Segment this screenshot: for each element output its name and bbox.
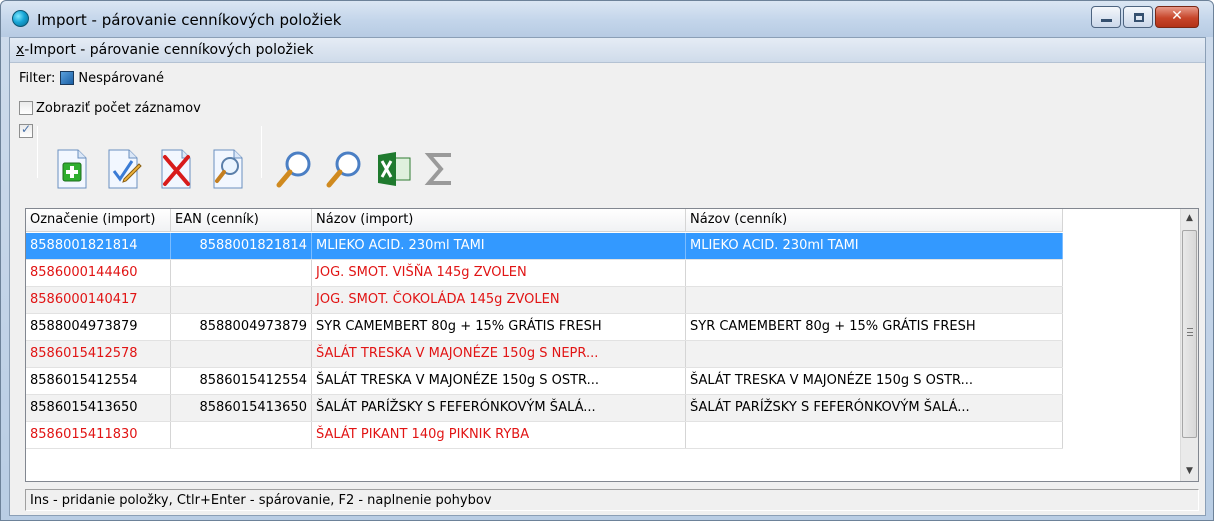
cell-name-import: ŠALÁT PARÍŽSKY S FEFERÓNKOVÝM ŠALÁ... — [312, 395, 686, 421]
cell-code: 8586015413650 — [26, 395, 171, 421]
menu-bar: x-Import - párovanie cenníkových položie… — [10, 38, 1205, 63]
filter-row: Filter: Nespárované — [19, 69, 164, 87]
cell-code: 8586015412554 — [26, 368, 171, 394]
menu-import[interactable]: x-Import - párovanie cenníkových položie… — [16, 42, 314, 58]
scroll-grip-icon — [1187, 328, 1193, 336]
cell-ean: 8586015413650 — [171, 395, 312, 421]
select-all-checkbox[interactable] — [19, 122, 33, 138]
edit-check-icon — [108, 149, 142, 189]
cell-name-import: ŠALÁT TRESKA V MAJONÉZE 150g S OSTR... — [312, 368, 686, 394]
add-icon — [57, 149, 87, 189]
cell-name-price — [686, 287, 1063, 313]
window-title: Import - párovanie cenníkových položiek — [37, 11, 342, 29]
table-row[interactable]: 8588004973879 8588004973879 SYR CAMEMBER… — [26, 314, 1063, 341]
cell-name-price: SYR CAMEMBERT 80g + 15% GRÁTIS FRESH — [686, 314, 1063, 340]
cell-ean — [171, 341, 312, 367]
cell-ean: 8586015412554 — [171, 368, 312, 394]
grid-rows: 8588001821814 8588001821814 MLIEKO ACID.… — [26, 233, 1063, 449]
filter-value[interactable]: Nespárované — [78, 71, 164, 86]
cell-code: 8588004973879 — [26, 314, 171, 340]
cell-code: 8586000140417 — [26, 287, 171, 313]
cell-ean — [171, 422, 312, 448]
cell-code: 8586015411830 — [26, 422, 171, 448]
toolbar-separator — [261, 126, 262, 178]
cell-name-price — [686, 422, 1063, 448]
close-button[interactable]: ✕ — [1155, 6, 1199, 28]
scroll-down-arrow-icon[interactable]: ▼ — [1181, 463, 1198, 480]
vertical-scrollbar[interactable]: ▲ ▼ — [1180, 209, 1198, 481]
cell-ean: 8588004973879 — [171, 314, 312, 340]
cell-name-price — [686, 341, 1063, 367]
excel-export-button[interactable] — [369, 142, 419, 196]
app-globe-icon — [12, 10, 29, 27]
window-controls: ✕ — [1089, 6, 1199, 28]
table-row[interactable]: 8586015412554 8586015412554 ŠALÁT TRESKA… — [26, 368, 1063, 395]
search-next-button[interactable] — [319, 142, 369, 196]
preview-icon — [213, 149, 243, 189]
cell-ean — [171, 260, 312, 286]
sum-button[interactable] — [415, 142, 465, 196]
menu-import-label: -Import - párovanie cenníkových položiek — [24, 42, 314, 58]
cell-code: 8588001821814 — [26, 233, 171, 259]
search-next-icon — [326, 151, 361, 188]
table-row[interactable]: 8588001821814 8588001821814 MLIEKO ACID.… — [26, 233, 1063, 260]
app-window: Import - párovanie cenníkových položiek … — [0, 0, 1214, 521]
cell-name-price — [686, 260, 1063, 286]
cell-name-import: ŠALÁT PIKANT 140g PIKNIK RYBA — [312, 422, 686, 448]
cell-code: 8586015412578 — [26, 341, 171, 367]
column-header-name-price[interactable]: Názov (cenník) — [686, 209, 1063, 232]
close-icon: ✕ — [1171, 8, 1183, 24]
cell-name-import: MLIEKO ACID. 230ml TAMI — [312, 233, 686, 259]
minimize-button[interactable] — [1091, 6, 1121, 28]
cell-name-import: JOG. SMOT. VIŠŇA 145g ZVOLEN — [312, 260, 686, 286]
cell-ean: 8588001821814 — [171, 233, 312, 259]
pairing-grid: Označenie (import) EAN (cenník) Názov (i… — [25, 208, 1199, 482]
sum-icon — [424, 153, 451, 185]
cell-name-import: JOG. SMOT. ČOKOLÁDA 145g ZVOLEN — [312, 287, 686, 313]
preview-button[interactable] — [203, 142, 253, 196]
add-button[interactable] — [47, 142, 97, 196]
window-client: x-Import - párovanie cenníkových položie… — [9, 37, 1206, 516]
table-row[interactable]: 8586000140417 JOG. SMOT. ČOKOLÁDA 145g Z… — [26, 287, 1063, 314]
show-count-checkbox[interactable] — [19, 101, 33, 115]
cell-name-import: ŠALÁT TRESKA V MAJONÉZE 150g S NEPR... — [312, 341, 686, 367]
status-bar: Ins - pridanie položky, Ctlr+Enter - spá… — [25, 489, 1199, 511]
show-count-row: Zobraziť počet záznamov — [19, 99, 201, 117]
title-bar[interactable]: Import - párovanie cenníkových položiek … — [1, 1, 1213, 37]
cell-name-price: ŠALÁT PARÍŽSKY S FEFERÓNKOVÝM ŠALÁ... — [686, 395, 1063, 421]
grid-header: Označenie (import) EAN (cenník) Názov (i… — [26, 209, 1063, 232]
table-row[interactable]: 8586015411830 ŠALÁT PIKANT 140g PIKNIK R… — [26, 422, 1063, 449]
maximize-icon — [1134, 13, 1144, 22]
edit-button[interactable] — [99, 142, 149, 196]
table-row[interactable]: 8586015413650 8586015413650 ŠALÁT PARÍŽS… — [26, 395, 1063, 422]
toolbar — [19, 122, 619, 202]
table-row[interactable]: 8586015412578 ŠALÁT TRESKA V MAJONÉZE 15… — [26, 341, 1063, 368]
cell-ean — [171, 287, 312, 313]
column-header-name-import[interactable]: Názov (import) — [312, 209, 686, 232]
table-row[interactable]: 8586000144460 JOG. SMOT. VIŠŇA 145g ZVOL… — [26, 260, 1063, 287]
cell-name-import: SYR CAMEMBERT 80g + 15% GRÁTIS FRESH — [312, 314, 686, 340]
delete-button[interactable] — [151, 142, 201, 196]
toolbar-separator — [37, 126, 38, 178]
delete-icon — [161, 149, 191, 189]
filter-color-icon[interactable] — [60, 71, 75, 85]
column-header-ean[interactable]: EAN (cenník) — [171, 209, 312, 232]
cell-name-price: ŠALÁT TRESKA V MAJONÉZE 150g S OSTR... — [686, 368, 1063, 394]
show-count-label[interactable]: Zobraziť počet záznamov — [36, 101, 201, 116]
scroll-up-arrow-icon[interactable]: ▲ — [1181, 210, 1198, 227]
scroll-thumb[interactable] — [1182, 230, 1197, 438]
search-icon — [276, 151, 311, 188]
cell-code: 8586000144460 — [26, 260, 171, 286]
excel-icon — [378, 152, 411, 186]
minimize-icon — [1101, 19, 1112, 22]
column-header-code[interactable]: Označenie (import) — [26, 209, 171, 232]
cell-name-price: MLIEKO ACID. 230ml TAMI — [686, 233, 1063, 259]
maximize-button[interactable] — [1123, 6, 1153, 28]
filter-label: Filter: — [19, 70, 56, 86]
search-button[interactable] — [269, 142, 319, 196]
